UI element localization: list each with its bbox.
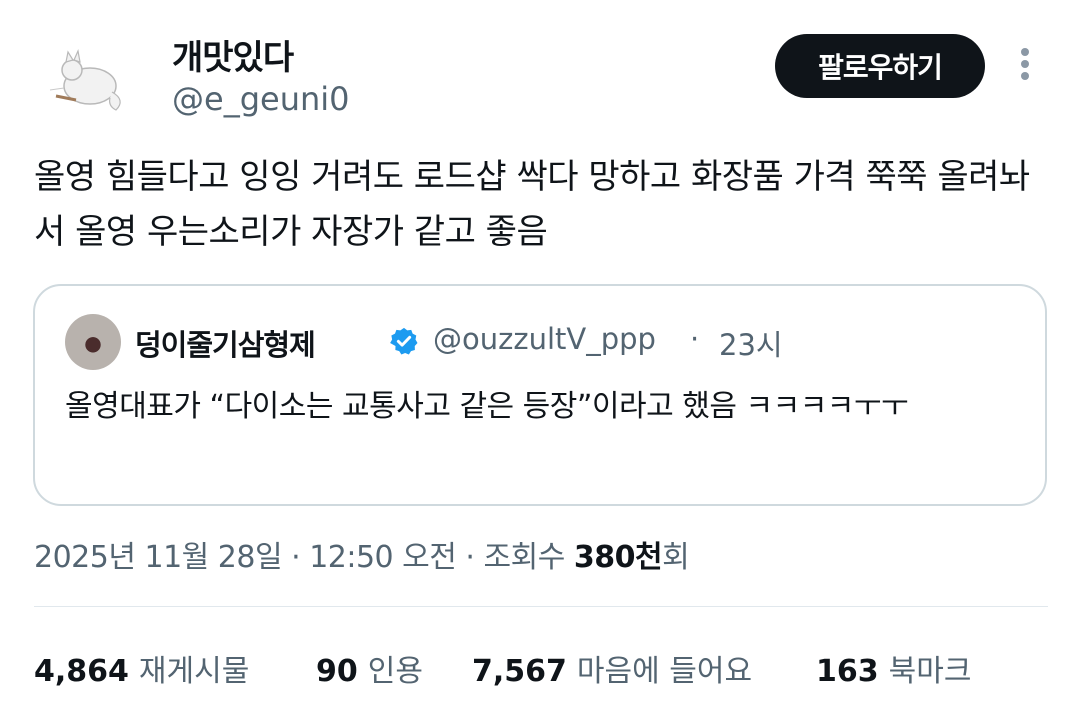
retweets-count: 4,864 xyxy=(34,654,129,689)
likes-count: 7,567 xyxy=(472,654,567,689)
tweet-text: 올영 힘들다고 잉잉 거려도 로드샵 싹다 망하고 화장품 가격 쭉쭉 올려놔서… xyxy=(34,157,1030,252)
more-options-icon[interactable] xyxy=(1010,44,1040,88)
views-count: 380천 xyxy=(573,540,663,575)
tweet-date[interactable]: 2025년 11월 28일 xyxy=(34,540,283,575)
tweet-time[interactable]: 12:50 오전 xyxy=(309,540,457,575)
quoted-author-avatar xyxy=(65,314,121,370)
divider xyxy=(34,606,1048,607)
quoted-timestamp: 23시 xyxy=(719,328,783,362)
tweet-meta: 2025년 11월 28일 · 12:50 오전 · 조회수 380천회 xyxy=(34,532,690,576)
meta-separator: · xyxy=(456,540,484,575)
quotes-stat[interactable]: 90 인용 xyxy=(316,646,423,690)
quoted-tweet-text: 올영대표가 “다이소는 교통사고 같은 등장”이라고 했음 ㅋㅋㅋㅋㅜㅜ xyxy=(65,389,909,424)
quotes-label: 인용 xyxy=(367,654,423,689)
verified-badge-icon xyxy=(390,327,418,355)
quotes-count: 90 xyxy=(316,654,358,689)
tweet-header: 개맛있다 @e_geuni0 팔로우하기 xyxy=(0,0,1080,130)
quoted-author-handle: @ouzzultV_ppp xyxy=(433,322,656,356)
author-name[interactable]: 개맛있다 xyxy=(172,30,294,79)
follow-button[interactable]: 팔로우하기 xyxy=(775,34,985,98)
retweets-stat[interactable]: 4,864 재게시물 xyxy=(34,646,249,690)
author-handle[interactable]: @e_geuni0 xyxy=(172,80,350,118)
bookmarks-count: 163 xyxy=(816,654,879,689)
author-avatar[interactable] xyxy=(38,30,134,126)
quoted-tweet[interactable]: 덩이줄기삼형제 @ouzzultV_ppp · 23시 올영대표가 “다이소는 … xyxy=(33,284,1047,506)
bookmarks-stat[interactable]: 163 북마크 xyxy=(816,646,971,690)
bookmarks-label: 북마크 xyxy=(888,654,972,689)
quoted-author-name: 덩이줄기삼형제 xyxy=(135,328,316,362)
likes-label: 마음에 들어요 xyxy=(576,654,753,689)
retweets-label: 재게시물 xyxy=(138,654,250,689)
quoted-separator: · xyxy=(690,322,700,356)
views-label: 조회수 xyxy=(483,540,574,575)
likes-stat[interactable]: 7,567 마음에 들어요 xyxy=(472,646,752,690)
views-suffix: 회 xyxy=(662,540,690,575)
meta-separator: · xyxy=(282,540,310,575)
